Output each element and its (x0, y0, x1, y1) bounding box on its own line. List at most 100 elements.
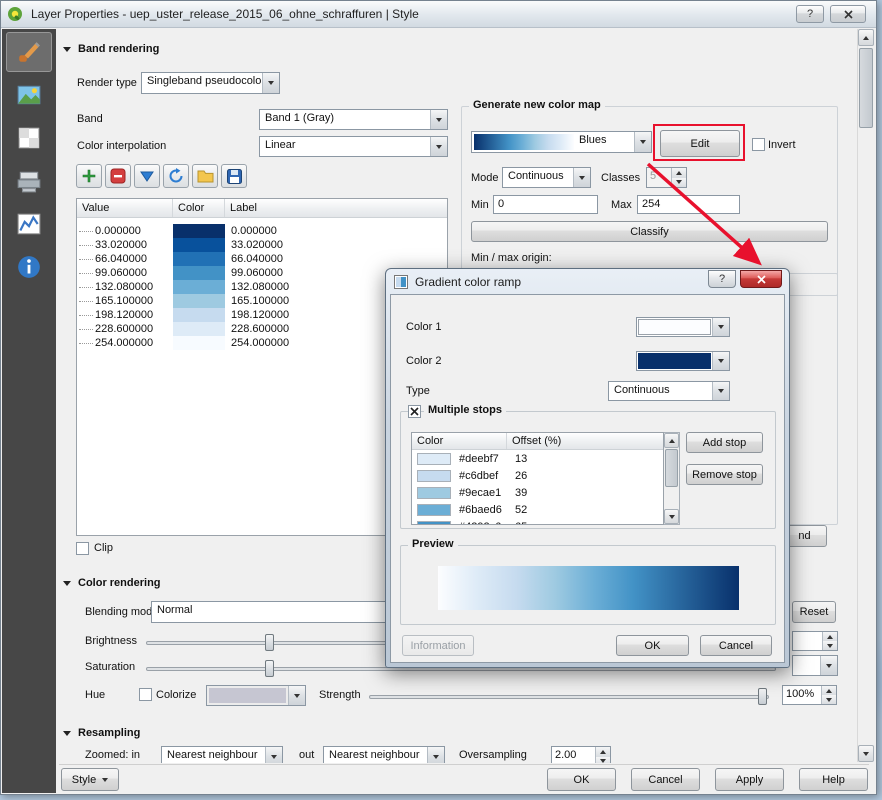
color-map-row[interactable]: 66.04000066.040000 (77, 252, 447, 266)
scroll-down-button[interactable] (858, 745, 874, 762)
min-input[interactable]: 0 (493, 195, 598, 214)
row-value: 254.000000 (93, 337, 173, 349)
type-combo[interactable]: Continuous (608, 381, 730, 401)
info-icon (16, 254, 42, 280)
add-stop-button[interactable]: Add stop (686, 432, 763, 453)
band-combo[interactable]: Band 1 (Gray) (259, 109, 448, 130)
scroll-up-button[interactable] (858, 29, 874, 46)
remove-stop-button[interactable]: Remove stop (686, 464, 763, 485)
section-band-rendering[interactable]: Band rendering (63, 43, 159, 55)
dialog-cancel-button[interactable]: Cancel (700, 635, 772, 656)
column-header-value[interactable]: Value (77, 199, 173, 217)
colorize-checkbox[interactable] (139, 688, 152, 701)
spin-up-icon[interactable] (596, 747, 610, 757)
color1-picker[interactable] (636, 317, 730, 337)
sidebar-item-pyramids[interactable] (6, 161, 52, 201)
column-header-color[interactable]: Color (173, 199, 225, 217)
zoomed-in-combo[interactable]: Nearest neighbour (161, 746, 283, 763)
row-value: 33.020000 (93, 239, 173, 251)
help-button[interactable]: Help (799, 768, 868, 791)
sort-button[interactable] (134, 164, 160, 188)
colorize-color-combo[interactable] (206, 685, 306, 706)
scroll-up-button[interactable] (664, 433, 679, 448)
brightness-spin-fragment[interactable] (792, 631, 838, 651)
chevron-down-icon (262, 73, 279, 93)
column-header-label[interactable]: Label (225, 199, 447, 217)
sidebar-item-metadata[interactable] (6, 247, 52, 287)
window-help-button[interactable]: ? (796, 5, 824, 23)
spin-up-icon[interactable] (822, 686, 836, 695)
covered-button-text: nd (798, 530, 810, 542)
column-header-offset[interactable]: Offset (%) (507, 433, 663, 449)
gradient-stop-row[interactable]: #deebf713 (412, 450, 663, 467)
main-scrollbar[interactable] (857, 29, 874, 762)
strength-slider-handle[interactable] (758, 688, 767, 705)
style-menu-button[interactable]: Style (61, 768, 119, 791)
histogram-icon (16, 211, 42, 237)
render-type-combo[interactable]: Singleband pseudocolor (141, 72, 280, 94)
add-entry-button[interactable] (76, 164, 102, 188)
row-label: 228.600000 (225, 323, 289, 335)
colorize-label: Colorize (156, 689, 196, 701)
multiple-stops-checkbox[interactable] (408, 405, 421, 418)
mode-combo[interactable]: Continuous (502, 167, 591, 188)
refresh-button[interactable] (163, 164, 189, 188)
brightness-slider-handle[interactable] (265, 634, 274, 651)
chevron-down-icon (634, 132, 651, 152)
tree-branch-icon (79, 343, 93, 344)
gradient-stop-row[interactable]: #c6dbef26 (412, 467, 663, 484)
dialog-ok-button[interactable]: OK (616, 635, 689, 656)
stops-table[interactable]: Color Offset (%) #deebf713#c6dbef26#9eca… (411, 432, 664, 525)
cancel-label: Cancel (648, 774, 682, 786)
cancel-button[interactable]: Cancel (631, 768, 700, 791)
sidebar-item-style[interactable] (6, 32, 52, 72)
stops-scrollbar[interactable] (664, 432, 680, 525)
column-header-color[interactable]: Color (412, 433, 507, 449)
window-titlebar[interactable]: Layer Properties - uep_uster_release_201… (1, 1, 876, 28)
zoomed-out-combo[interactable]: Nearest neighbour (323, 746, 445, 763)
section-color-rendering[interactable]: Color rendering (63, 577, 161, 589)
spin-up-icon[interactable] (823, 632, 837, 641)
min-label: Min (471, 199, 489, 211)
row-color-swatch (173, 322, 225, 336)
row-value: 132.080000 (93, 281, 173, 293)
gradient-color-ramp-dialog: Gradient color ramp ? Color 1 Color 2 Ty… (385, 268, 790, 668)
help-icon: ? (807, 8, 813, 20)
spin-down-icon[interactable] (596, 757, 610, 764)
scroll-down-button[interactable] (664, 509, 679, 524)
reset-button[interactable]: Reset (792, 601, 836, 623)
color-map-row[interactable]: 33.02000033.020000 (77, 238, 447, 252)
section-resampling[interactable]: Resampling (63, 727, 140, 739)
sidebar-item-transparency[interactable] (6, 75, 52, 115)
spin-down-icon[interactable] (823, 641, 837, 650)
save-colormap-button[interactable] (221, 164, 247, 188)
window-close-button[interactable] (830, 5, 866, 23)
oversampling-spinbox[interactable]: 2.00 (551, 746, 611, 763)
strength-spinbox[interactable]: 100% (782, 685, 837, 705)
spin-down-icon[interactable] (822, 695, 836, 704)
remove-entry-button[interactable] (105, 164, 131, 188)
grayscale-combo-fragment[interactable] (792, 655, 838, 676)
color2-picker[interactable] (636, 351, 730, 371)
ok-label: OK (645, 640, 661, 652)
scrollbar-thumb[interactable] (859, 48, 873, 128)
load-colormap-button[interactable] (192, 164, 218, 188)
gradient-stop-row[interactable]: #4292c665 (412, 518, 663, 525)
scrollbar-thumb[interactable] (665, 449, 678, 487)
interpolation-combo[interactable]: Linear (259, 136, 448, 157)
color-ramp-combo[interactable]: Blues (471, 131, 652, 153)
apply-button[interactable]: Apply (715, 768, 784, 791)
gradient-stop-row[interactable]: #9ecae139 (412, 484, 663, 501)
information-button[interactable]: Information (402, 635, 474, 656)
saturation-slider-handle[interactable] (265, 660, 274, 677)
clip-label: Clip (94, 542, 113, 554)
strength-slider[interactable] (369, 695, 769, 699)
stop-offset: 65 (515, 521, 527, 526)
apply-label: Apply (736, 774, 764, 786)
ok-button[interactable]: OK (547, 768, 616, 791)
clip-checkbox[interactable] (76, 542, 89, 555)
sidebar-item-colormap[interactable] (6, 118, 52, 158)
sidebar-item-histogram[interactable] (6, 204, 52, 244)
gradient-stop-row[interactable]: #6baed652 (412, 501, 663, 518)
color-map-row[interactable]: 0.0000000.000000 (77, 224, 447, 238)
